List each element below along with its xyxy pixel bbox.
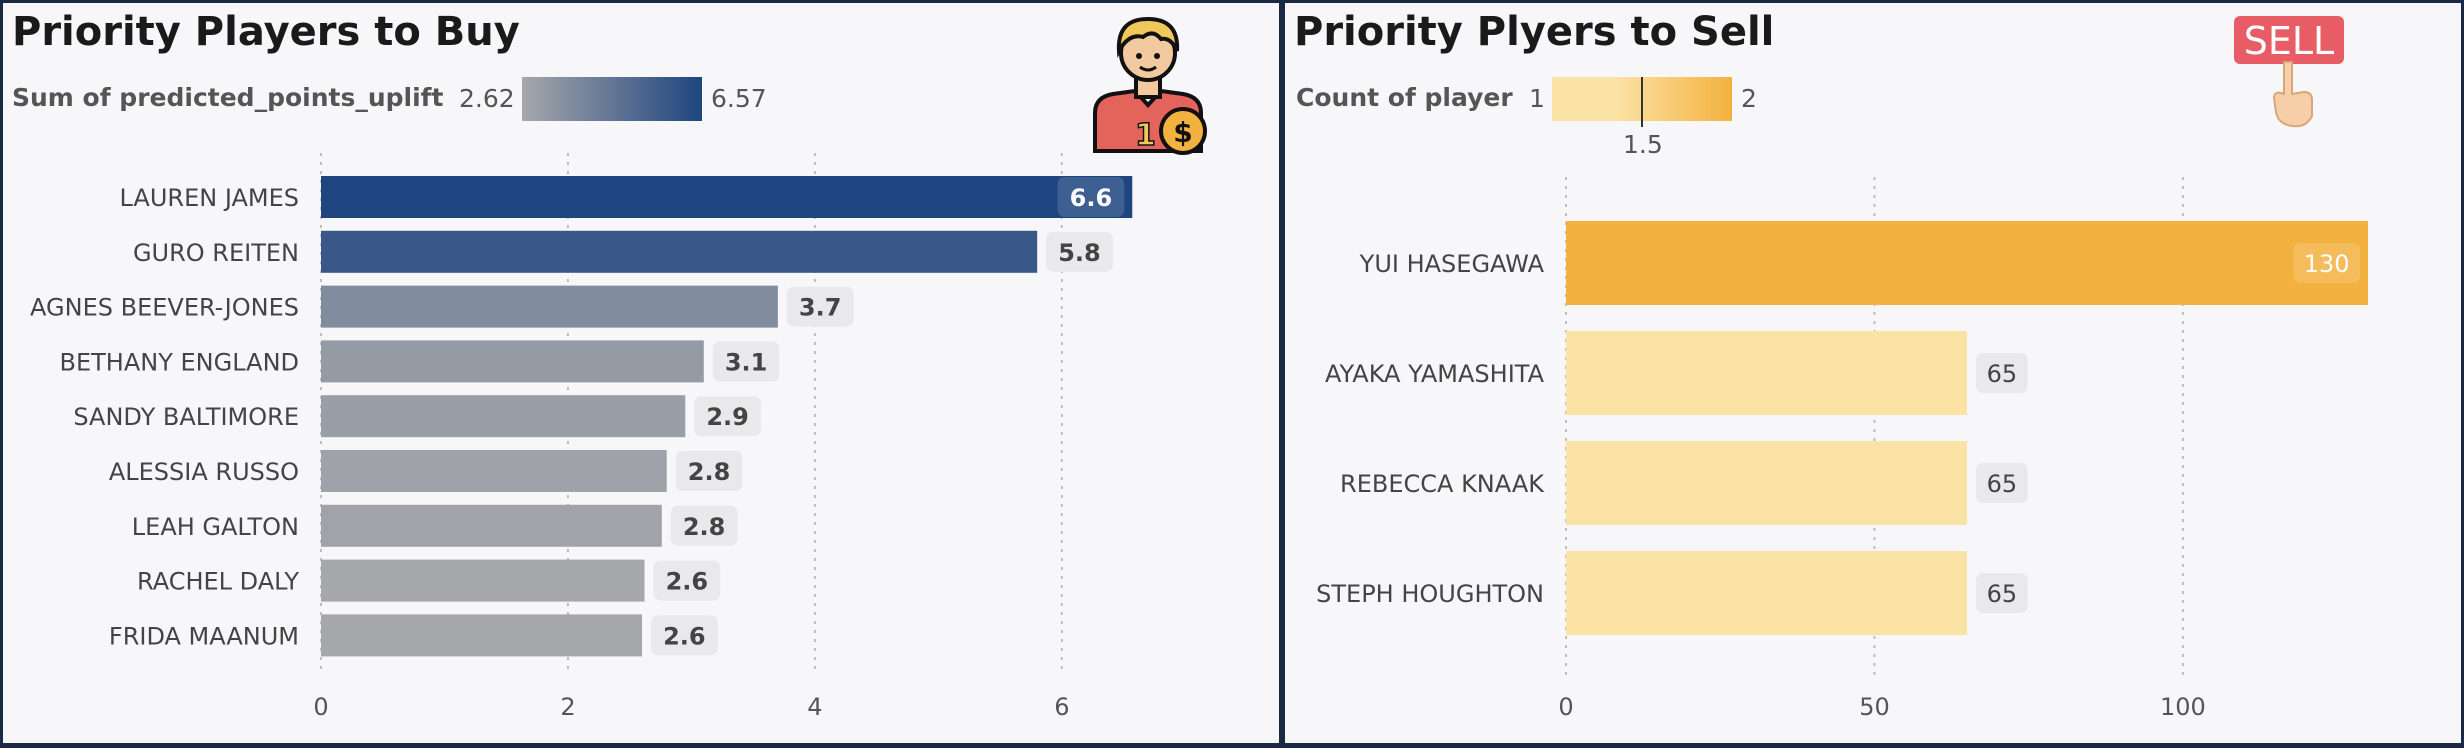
category-label: BETHANY ENGLAND bbox=[60, 348, 299, 376]
bar bbox=[321, 285, 778, 328]
category-label: RACHEL DALY bbox=[137, 568, 299, 596]
data-label: 3.7 bbox=[799, 294, 842, 322]
bar bbox=[321, 614, 643, 657]
category-label: ALESSIA RUSSO bbox=[109, 458, 299, 486]
x-tick-label: 6 bbox=[1054, 693, 1069, 721]
category-label: STEPH HOUGHTON bbox=[1316, 580, 1544, 608]
buy-panel: Priority Players to Buy Sum of predicted… bbox=[3, 3, 1279, 743]
bar bbox=[321, 504, 662, 547]
category-label: REBECCA KNAAK bbox=[1340, 470, 1545, 498]
buy-chart: 0 2 4 6 LAUREN JAMES 6.6 GURO REITEN 5.8 AGNES B… bbox=[30, 153, 1133, 721]
data-label: 65 bbox=[1987, 470, 2018, 498]
x-tick-label: 50 bbox=[1859, 693, 1890, 721]
category-label: YUI HASEGAWA bbox=[1359, 250, 1545, 278]
bar bbox=[1566, 221, 2368, 305]
data-label: 65 bbox=[1987, 580, 2018, 608]
data-label: 2.6 bbox=[666, 568, 709, 596]
x-tick-label: 100 bbox=[2160, 693, 2206, 721]
sell-chart: 0 50 100 YUI HASEGAWA 130 AYAKA YAMASHITA 65 RE… bbox=[1316, 177, 2368, 721]
x-tick-label: 2 bbox=[560, 693, 575, 721]
data-label: 5.8 bbox=[1058, 239, 1101, 267]
bar bbox=[1566, 331, 1967, 415]
bar bbox=[1566, 551, 1967, 635]
data-label: 3.1 bbox=[725, 348, 768, 376]
data-label: 2.9 bbox=[706, 403, 749, 431]
x-tick-label: 0 bbox=[1558, 693, 1573, 721]
bar bbox=[1566, 441, 1967, 525]
category-label: AGNES BEEVER-JONES bbox=[30, 294, 299, 322]
bar bbox=[321, 230, 1038, 273]
x-tick-label: 0 bbox=[313, 693, 328, 721]
data-label: 2.8 bbox=[688, 458, 731, 486]
category-label: LEAH GALTON bbox=[132, 513, 299, 541]
data-label: 6.6 bbox=[1070, 184, 1113, 212]
bar bbox=[321, 559, 645, 602]
data-label: 2.8 bbox=[683, 513, 726, 541]
category-label: FRIDA MAANUM bbox=[109, 622, 299, 650]
bar bbox=[321, 395, 686, 438]
bar bbox=[321, 340, 704, 383]
category-label: LAUREN JAMES bbox=[119, 184, 299, 212]
bar bbox=[321, 450, 667, 492]
x-tick-label: 4 bbox=[807, 693, 822, 721]
category-label: SANDY BALTIMORE bbox=[73, 403, 299, 431]
data-label: 130 bbox=[2304, 250, 2350, 278]
category-label: AYAKA YAMASHITA bbox=[1325, 360, 1545, 388]
bar bbox=[321, 176, 1133, 218]
data-label: 2.6 bbox=[663, 622, 706, 650]
category-label: GURO REITEN bbox=[133, 239, 299, 267]
data-label: 65 bbox=[1987, 360, 2018, 388]
sell-panel: Priority Plyers to Sell Count of player … bbox=[1285, 3, 2461, 743]
